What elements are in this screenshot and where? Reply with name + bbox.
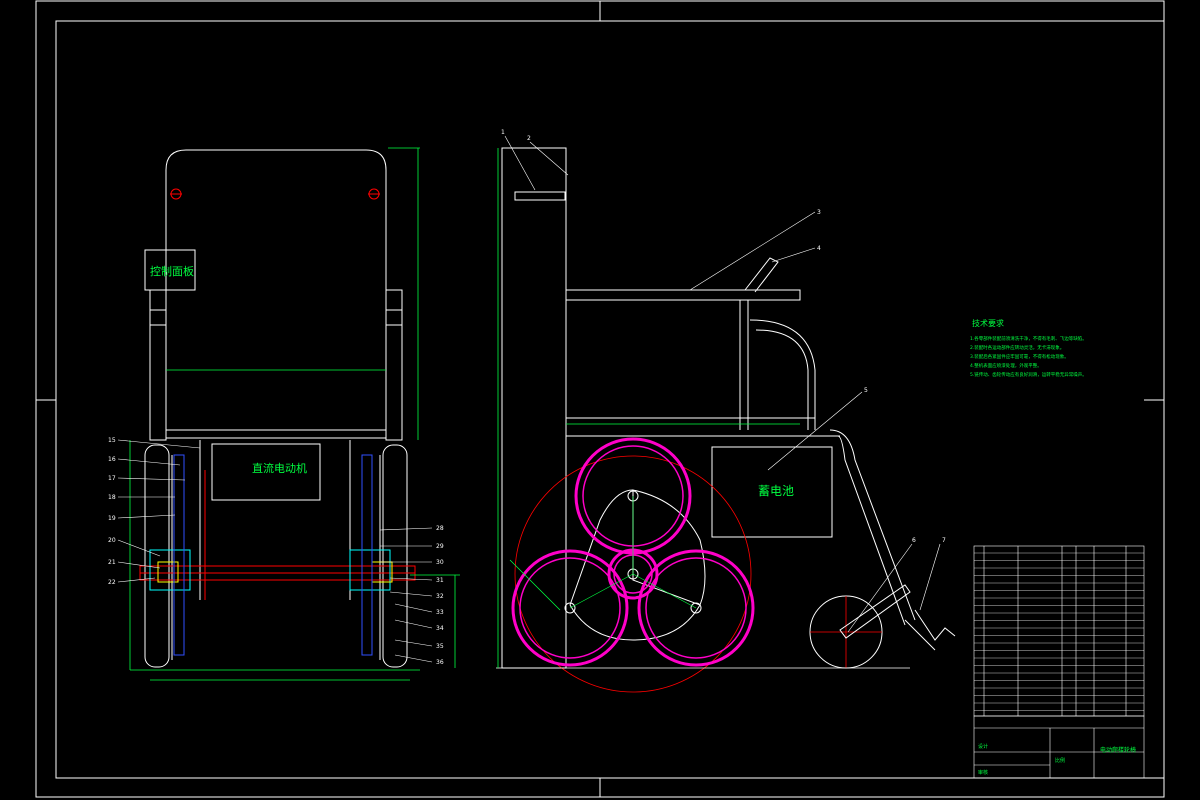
callout-front-18: 18	[108, 494, 116, 501]
callout-front-16: 16	[108, 456, 116, 463]
tech-note-3: 3.装配后各紧固件应牢固可靠，不得有松动现象。	[970, 353, 1069, 360]
tech-note-1: 1.各零部件装配前须清洗干净，不得有毛刺、飞边等缺陷。	[970, 335, 1087, 342]
drawing-title: 电动爬楼轮椅	[1100, 746, 1136, 754]
callout-front-15: 15	[108, 437, 116, 444]
side-view: 蓄电池 1 2 3 4 5 6 7	[496, 129, 956, 693]
callout-front-31: 31	[436, 577, 444, 584]
tech-note-4: 4.整机表面应喷漆处理，外观平整。	[970, 362, 1042, 369]
callout-side-1: 1	[501, 129, 505, 136]
callout-front-36: 36	[436, 659, 444, 666]
callout-front-20: 20	[108, 537, 116, 544]
callout-front-29: 29	[436, 543, 444, 550]
tech-note-2: 2.装配时各运动部件应转动灵活，无卡滞现象。	[970, 344, 1064, 351]
designer-label: 设计	[978, 743, 988, 750]
callout-front-32: 32	[436, 593, 444, 600]
callout-front-30: 30	[436, 559, 444, 566]
backrest-outline	[165, 149, 387, 431]
cad-drawing: 控制面板 直流电动机 15 16 17 18 19 20 21 22 28 29…	[35, 0, 1165, 798]
parts-list	[973, 545, 1145, 717]
callout-side-6: 6	[912, 537, 916, 544]
scale-label: 比例	[1055, 757, 1065, 764]
callout-side-7: 7	[942, 537, 946, 544]
parts-list-rows	[974, 552, 1144, 711]
callout-side-3: 3	[817, 209, 821, 216]
callout-side-5: 5	[864, 387, 868, 394]
callout-front-35: 35	[436, 643, 444, 650]
front-view: 控制面板 直流电动机 15 16 17 18 19 20 21 22 28 29…	[108, 147, 460, 681]
tech-title: 技术要求	[972, 318, 1004, 328]
tri-star-wheel	[511, 437, 755, 693]
callout-front-34: 34	[436, 625, 444, 632]
technical-requirements: 技术要求 1.各零部件装配前须清洗干净，不得有毛刺、飞边等缺陷。 2.装配时各运…	[970, 318, 1087, 378]
callout-front-28: 28	[436, 525, 444, 532]
callout-front-17: 17	[108, 475, 116, 482]
callout-side-2: 2	[527, 135, 531, 142]
callout-front-19: 19	[108, 515, 116, 522]
dc-motor-label: 直流电动机	[252, 461, 307, 475]
callout-front-22: 22	[108, 579, 116, 586]
control-panel-label: 控制面板	[150, 264, 194, 278]
callout-front-21: 21	[108, 559, 116, 566]
sheet-frame	[35, 0, 1165, 798]
callout-front-33: 33	[436, 609, 444, 616]
tech-note-5: 5.链传动、齿轮传动应有良好润滑，运转平稳无异常噪声。	[970, 371, 1087, 378]
check-label: 审核	[978, 769, 988, 776]
callout-side-4: 4	[817, 245, 821, 252]
battery-label: 蓄电池	[758, 484, 794, 498]
